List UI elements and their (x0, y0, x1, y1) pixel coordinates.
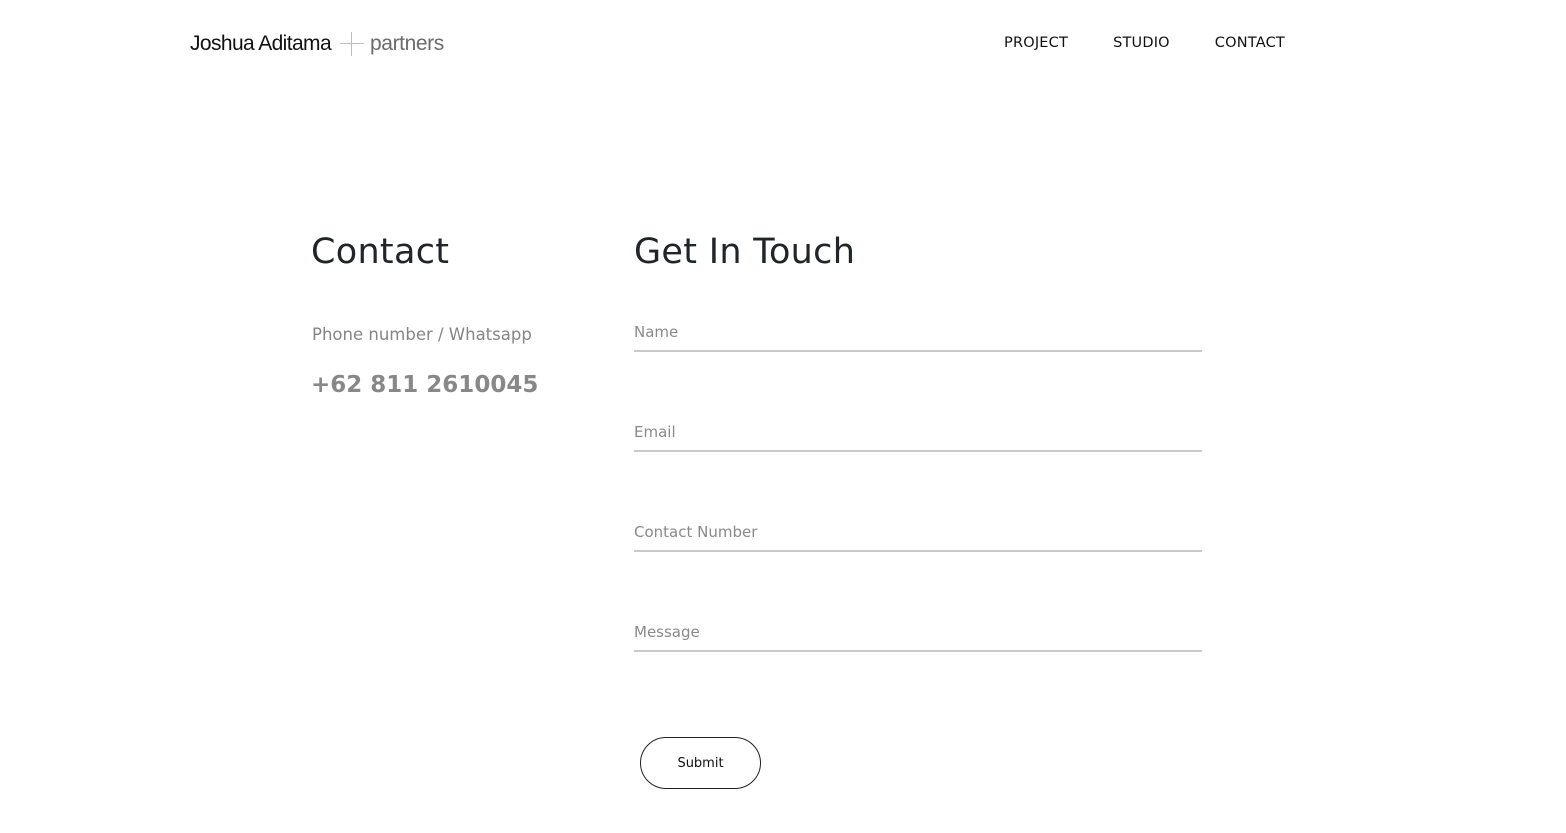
phone-number[interactable]: +62 811 2610045 (311, 372, 538, 398)
nav-item-studio[interactable]: STUDIO (1113, 35, 1170, 51)
contact-number-field[interactable] (634, 514, 1202, 552)
logo-partners: partners (370, 32, 444, 55)
site-logo[interactable]: Joshua Aditama partners (190, 30, 444, 58)
contact-title: Contact (311, 232, 450, 272)
main-nav: PROJECT STUDIO CONTACT (1004, 35, 1285, 51)
submit-button[interactable]: Submit (640, 737, 761, 789)
nav-item-contact[interactable]: CONTACT (1215, 35, 1285, 51)
nav-item-project[interactable]: PROJECT (1004, 35, 1068, 51)
message-field[interactable] (634, 614, 1202, 652)
phone-label: Phone number / Whatsapp (312, 325, 532, 344)
email-field[interactable] (634, 414, 1202, 452)
logo-name: Joshua Aditama (190, 32, 332, 55)
name-field[interactable] (634, 314, 1202, 352)
plus-icon (340, 32, 365, 56)
page: Joshua Aditama partners PROJECT STUDIO C… (0, 0, 1566, 833)
form-title: Get In Touch (634, 232, 856, 272)
